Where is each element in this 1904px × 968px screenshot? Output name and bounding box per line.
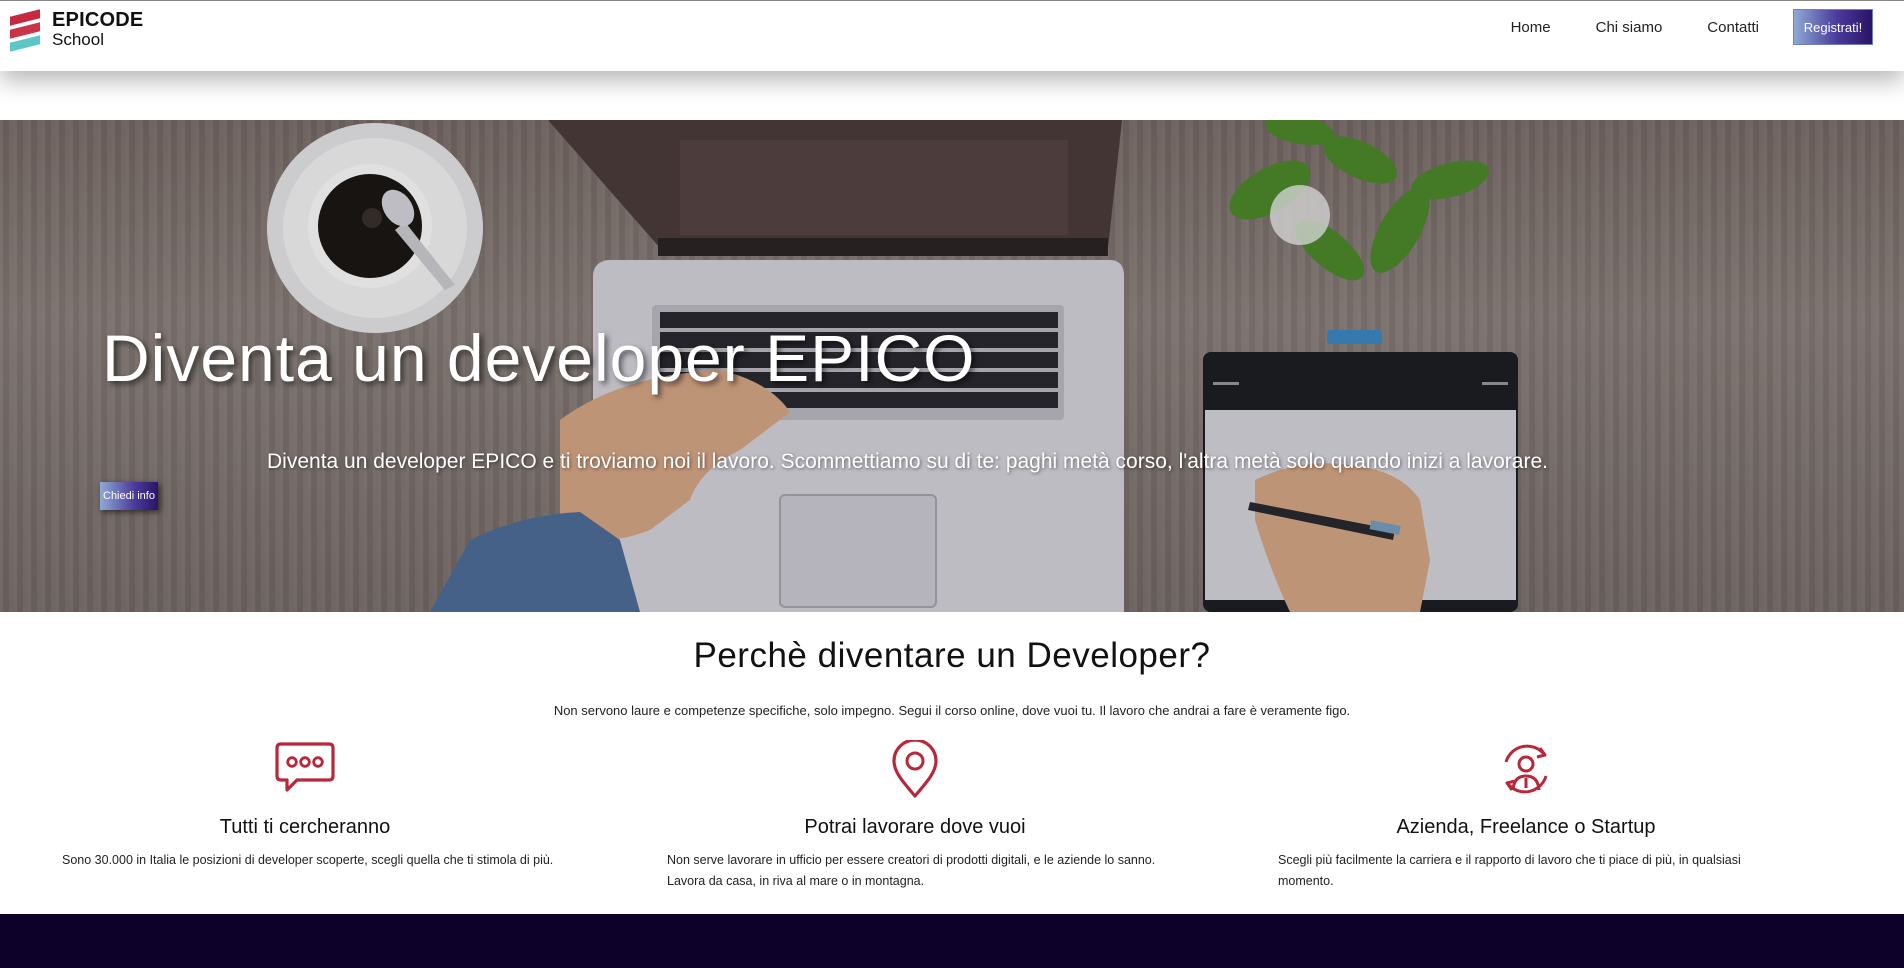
chat-bubble-icon [275,742,335,792]
section-title: Perchè diventare un Developer? [693,636,1211,675]
footer [0,914,1904,968]
brand-name: EPICODE [52,9,144,31]
register-button[interactable]: Registrati! [1793,9,1873,45]
top-navbar: EPICODE School Home Chi siamo Contatti R… [0,0,1904,71]
nav-link-home[interactable]: Home [1511,19,1551,36]
logo-text: EPICODE School [52,9,144,49]
feature-text: Non serve lavorare in ufficio per essere… [667,853,1156,888]
feature-title: Tutti ti cercheranno [219,816,391,838]
nav-link-contatti[interactable]: Contatti [1707,19,1759,36]
brand-subname: School [52,30,104,49]
logo-mark-icon [10,9,40,52]
request-info-button[interactable]: Chiedi info [100,482,158,510]
location-pin-icon [892,740,938,798]
feature-text: Scegli più facilmente la carriera e il r… [1278,853,1741,888]
brand-logo[interactable]: EPICODE School [10,9,144,52]
feature-title: Azienda, Freelance o Startup [1396,816,1656,838]
nav-link-chi-siamo[interactable]: Chi siamo [1596,19,1663,36]
hero-subtitle: Diventa un developer EPICO e ti troviamo… [267,450,1548,473]
hero-title: Diventa un developer EPICO [102,321,976,395]
feature-text: Sono 30.000 in Italia le posizioni di de… [62,853,554,867]
user-switch-icon [1504,744,1548,794]
hero-banner: Diventa un developer EPICO Diventa un de… [0,120,1904,612]
section-subtitle: Non servono laure e competenze specifich… [553,703,1351,718]
feature-title: Potrai lavorare dove vuoi [804,816,1026,838]
main-nav: Home Chi siamo Contatti Registrati! [1511,9,1873,45]
